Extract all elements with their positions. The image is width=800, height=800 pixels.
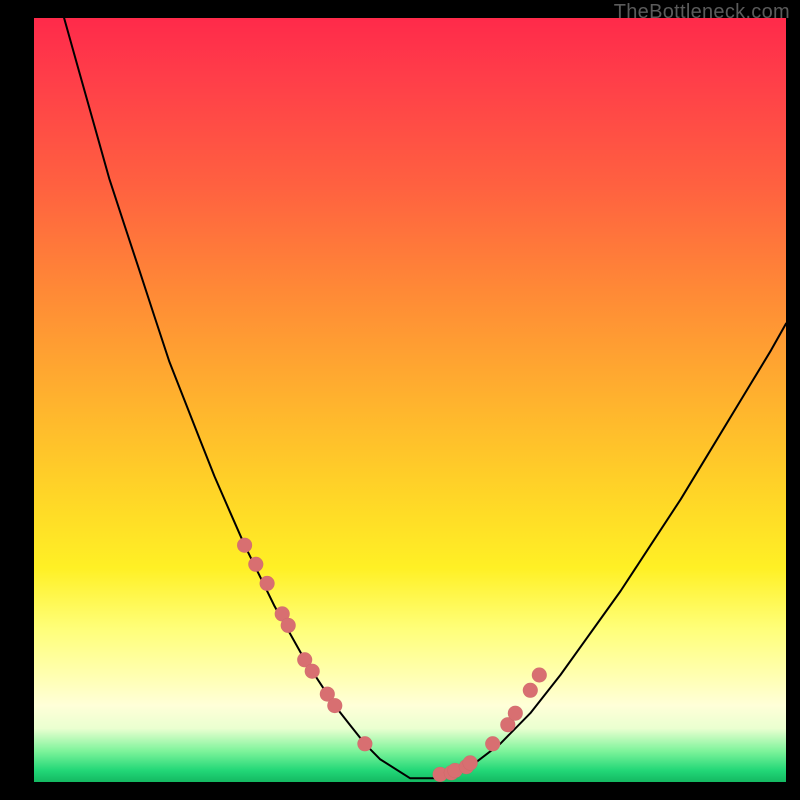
data-marker xyxy=(248,557,263,572)
data-marker xyxy=(357,736,372,751)
data-marker xyxy=(485,736,500,751)
data-marker xyxy=(508,706,523,721)
data-marker xyxy=(327,698,342,713)
data-marker xyxy=(237,538,252,553)
data-marker xyxy=(260,576,275,591)
bottleneck-curve xyxy=(64,18,786,778)
watermark-text: TheBottleneck.com xyxy=(614,1,790,24)
data-marker xyxy=(523,683,538,698)
data-marker xyxy=(305,664,320,679)
curve-layer xyxy=(34,18,786,782)
data-marker xyxy=(281,618,296,633)
data-marker xyxy=(532,668,547,683)
plot-area xyxy=(34,18,786,782)
chart-frame: TheBottleneck.com xyxy=(0,0,800,800)
data-marker xyxy=(463,755,478,770)
